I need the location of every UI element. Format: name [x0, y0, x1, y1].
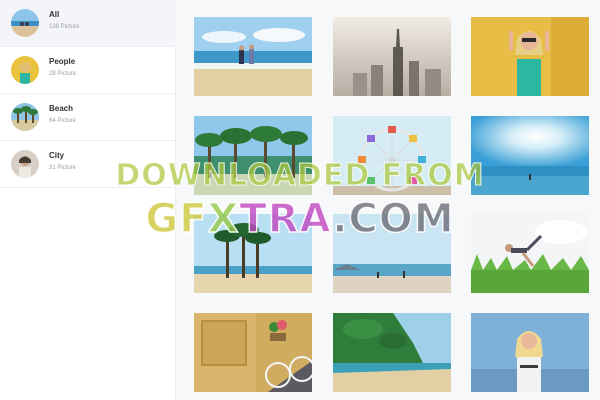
album-sidebar: All 138 Picture People 28 Picture Beach … — [0, 0, 176, 400]
photo-bicycle-yellow-wall[interactable] — [194, 313, 312, 392]
photo-gallery-app: All 138 Picture People 28 Picture Beach … — [0, 0, 600, 400]
photo-grid — [177, 0, 600, 400]
photo-beach-shoreline[interactable] — [333, 214, 451, 293]
album-thumbnail — [11, 9, 39, 37]
photo-tropical-coast[interactable] — [333, 313, 451, 392]
photo-palm-trees-lake[interactable] — [194, 116, 312, 195]
photo-palm-trees-beach[interactable] — [194, 214, 312, 293]
photo-woman-yellow-wall[interactable] — [471, 17, 589, 96]
photo-ferris-wheel[interactable] — [333, 116, 451, 195]
album-thumbnail — [11, 150, 39, 178]
album-item-people[interactable]: People 28 Picture — [0, 47, 176, 94]
photo-foggy-city-skyline[interactable] — [333, 17, 451, 96]
photo-yoga-pose-grass[interactable] — [471, 214, 589, 293]
album-thumbnail — [11, 56, 39, 84]
photo-beach-couple[interactable] — [194, 17, 312, 96]
album-count: 31 Picture — [49, 165, 77, 171]
album-count: 28 Picture — [49, 71, 77, 77]
album-item-beach[interactable]: Beach 64 Picture — [0, 94, 176, 141]
album-item-city[interactable]: City 31 Picture — [0, 141, 176, 188]
album-name: City — [49, 151, 65, 160]
album-name: All — [49, 10, 60, 19]
album-item-all[interactable]: All 138 Picture — [0, 0, 176, 47]
photo-blonde-woman-sky[interactable] — [471, 313, 589, 392]
photo-sunny-ocean-horizon[interactable] — [471, 116, 589, 195]
album-count: 64 Picture — [49, 118, 77, 124]
album-thumbnail — [11, 103, 39, 131]
album-name: People — [49, 57, 76, 66]
album-name: Beach — [49, 104, 74, 113]
album-count: 138 Picture — [49, 24, 80, 30]
